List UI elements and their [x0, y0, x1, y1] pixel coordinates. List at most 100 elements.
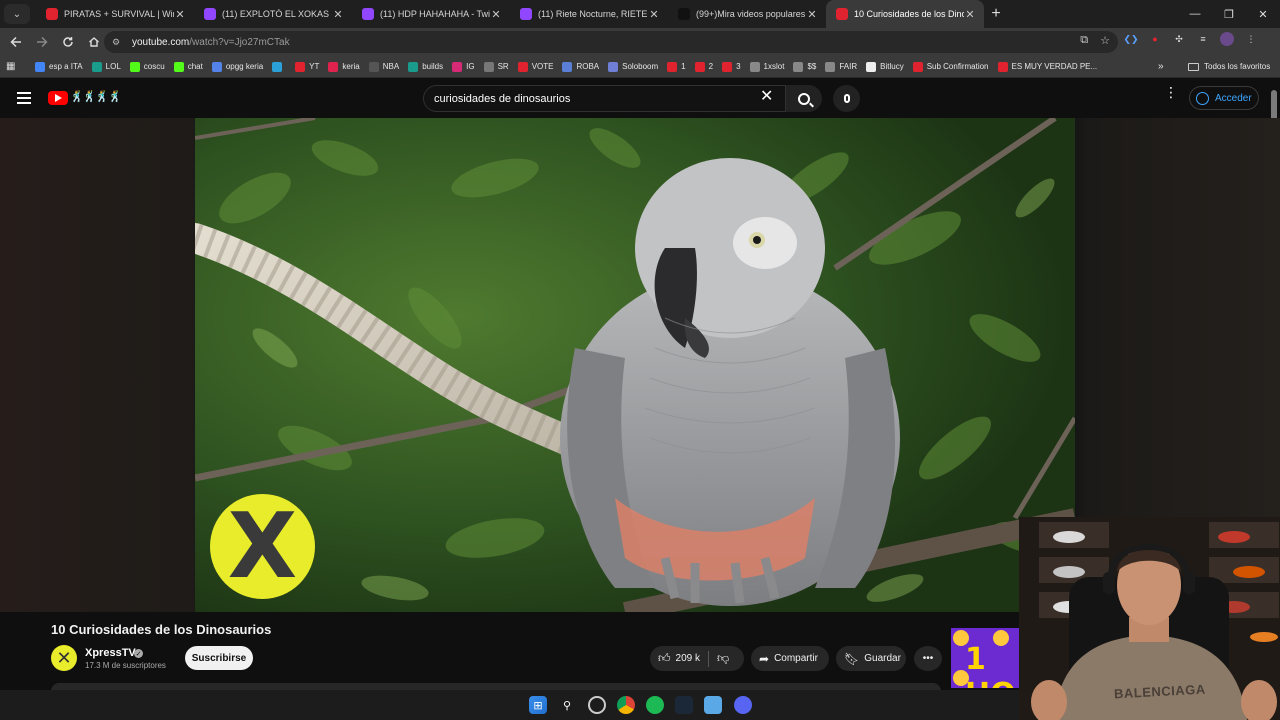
- bookmark-item[interactable]: LOL: [91, 61, 121, 72]
- bookmark-item[interactable]: 1: [667, 61, 686, 72]
- all-bookmarks-folder[interactable]: Todos los favoritos: [1188, 62, 1270, 71]
- tab-close-icon[interactable]: ✕: [490, 8, 502, 21]
- bookmarks-bar: ▦ esp a ITA LOL coscu chat opgg keria YT keria…: [0, 56, 1280, 78]
- discord-icon[interactable]: [734, 696, 752, 714]
- browser-tab[interactable]: (11) HDP HAHAHAHA - Twitch ✕: [352, 0, 510, 28]
- like-dislike-bar: 👍︎ 209 k 👎︎: [650, 646, 744, 671]
- minimize-icon[interactable]: —: [1178, 0, 1212, 28]
- voice-search-button[interactable]: [833, 85, 860, 112]
- bookmark-item[interactable]: 3: [722, 61, 741, 72]
- bookmark-star-icon[interactable]: ☆: [1100, 34, 1110, 47]
- address-bar[interactable]: ⚙ youtube.com/watch?v=Jjo27mCTak ⧉ ☆: [104, 31, 1118, 53]
- bookmark-label: opgg keria: [225, 62, 264, 71]
- clear-search-icon[interactable]: ✕: [760, 89, 773, 105]
- bookmark-item[interactable]: ROBA: [562, 61, 599, 72]
- bookmark-item[interactable]: YT: [295, 61, 319, 72]
- apps-grid-icon[interactable]: ▦: [6, 61, 28, 72]
- tab-title: (11) Riete Nocturne, RIETE ! xd: [538, 9, 648, 19]
- search-query: curiosidades de dinosaurios: [434, 92, 571, 105]
- hamburger-menu-icon[interactable]: [17, 92, 31, 104]
- browser-tab[interactable]: (11) Riete Nocturne, RIETE ! xd ✕: [510, 0, 668, 28]
- bookmark-item[interactable]: IG: [452, 61, 475, 72]
- home-icon[interactable]: [82, 30, 106, 54]
- bookmark-item[interactable]: esp a ITA: [35, 61, 83, 72]
- close-window-icon[interactable]: ✕: [1246, 0, 1280, 28]
- extension-icon[interactable]: ●: [1148, 32, 1162, 46]
- tab-close-icon[interactable]: ✕: [806, 8, 818, 21]
- steam-icon[interactable]: [675, 696, 693, 714]
- bookmark-label: $$: [807, 62, 817, 71]
- extension-icon[interactable]: ❮❯: [1123, 32, 1138, 46]
- forward-arrow-icon[interactable]: [30, 30, 54, 54]
- search-icon: [798, 92, 810, 105]
- video-title: 10 Curiosidades de los Dinosaurios: [51, 622, 272, 637]
- chrome-icon[interactable]: [617, 696, 635, 714]
- bookmark-favicon-icon: [173, 61, 184, 72]
- bookmark-item[interactable]: [272, 61, 286, 72]
- tab-close-icon[interactable]: ✕: [964, 8, 976, 21]
- settings-dots-icon[interactable]: ⋮: [1164, 85, 1178, 99]
- windows-start-icon[interactable]: ⊞: [529, 696, 547, 714]
- restore-icon[interactable]: ❐: [1212, 0, 1246, 28]
- back-arrow-icon[interactable]: [4, 30, 28, 54]
- reload-icon[interactable]: [56, 30, 80, 54]
- browser-tab-active[interactable]: 10 Curiosidades de los Dinosau ✕: [826, 0, 984, 28]
- search-input[interactable]: curiosidades de dinosaurios: [423, 85, 786, 112]
- tab-close-icon[interactable]: ✕: [332, 8, 344, 21]
- bookmark-item[interactable]: coscu: [129, 61, 165, 72]
- browser-tab[interactable]: (99+)Mira videos populares sob ✕: [668, 0, 826, 28]
- bookmark-item[interactable]: keria: [328, 61, 360, 72]
- spotify-icon[interactable]: [646, 696, 664, 714]
- bookmark-item[interactable]: SR: [483, 61, 509, 72]
- taskbar-search-icon[interactable]: ⚲: [558, 696, 576, 714]
- like-button[interactable]: 👍︎ 209 k: [650, 646, 708, 671]
- channel-name[interactable]: XpressTV: [85, 647, 136, 659]
- bookmark-item[interactable]: $$: [793, 61, 817, 72]
- browser-toolbar: ⚙ youtube.com/watch?v=Jjo27mCTak ⧉ ☆ ❮❯ …: [0, 28, 1280, 56]
- channel-avatar[interactable]: ✕: [51, 645, 77, 671]
- bookmark-item[interactable]: Bitlucy: [866, 61, 904, 72]
- save-button[interactable]: 🔖︎ Guardar: [836, 646, 906, 671]
- bookmark-item[interactable]: Soloboom: [608, 61, 659, 72]
- media-control-icon[interactable]: ≡: [1196, 32, 1210, 46]
- youtube-logo-icon[interactable]: [48, 91, 68, 105]
- bookmark-item[interactable]: builds: [408, 61, 443, 72]
- bookmark-item[interactable]: opgg keria: [211, 61, 264, 72]
- bookmark-item[interactable]: chat: [173, 61, 203, 72]
- bookmark-item[interactable]: FAIR: [825, 61, 857, 72]
- bookmark-item[interactable]: VOTE: [517, 61, 553, 72]
- notepad-icon[interactable]: [704, 696, 722, 714]
- site-info-icon[interactable]: ⚙: [112, 37, 126, 48]
- extensions-puzzle-icon[interactable]: ✣: [1172, 32, 1186, 46]
- browser-tab[interactable]: (11) EXPLOTÓ EL XOKAS - Twitc ✕: [194, 0, 352, 28]
- search-button[interactable]: [786, 85, 822, 112]
- tab-close-icon[interactable]: ✕: [648, 8, 660, 21]
- tab-close-icon[interactable]: ✕: [174, 8, 186, 21]
- channel-watermark-logo[interactable]: X: [210, 494, 315, 599]
- browser-menu-icon[interactable]: ⋮: [1244, 32, 1258, 46]
- dislike-button[interactable]: 👎︎: [709, 646, 737, 671]
- video-player[interactable]: [195, 118, 1075, 612]
- all-bookmarks-label: Todos los favoritos: [1204, 62, 1271, 71]
- share-button[interactable]: ➦ Compartir: [751, 646, 829, 671]
- tab-title: (99+)Mira videos populares sob: [696, 9, 806, 19]
- sign-in-button[interactable]: Acceder: [1189, 86, 1259, 110]
- bookmark-label: Soloboom: [622, 62, 659, 71]
- tab-search-button[interactable]: ⌄: [4, 4, 30, 24]
- more-actions-button[interactable]: •••: [914, 646, 942, 671]
- profile-avatar[interactable]: [1220, 32, 1234, 46]
- subscribe-button[interactable]: Suscribirse: [185, 646, 253, 670]
- bookmarks-overflow-icon[interactable]: »: [1158, 61, 1164, 72]
- app-icon[interactable]: [588, 696, 606, 714]
- new-tab-button[interactable]: +: [984, 5, 1008, 23]
- bookmark-item[interactable]: NBA: [368, 61, 399, 72]
- bookmark-item[interactable]: 1xslot: [749, 61, 784, 72]
- folder-icon: [1188, 62, 1199, 71]
- bookmark-favicon-icon: [694, 61, 705, 72]
- bookmark-item[interactable]: Sub Confirmation: [912, 61, 989, 72]
- browser-tab[interactable]: PIRATAS + SURVIVAL | WindRos ✕: [36, 0, 194, 28]
- install-app-icon[interactable]: ⧉: [1080, 34, 1088, 47]
- bookmark-item[interactable]: 2: [694, 61, 713, 72]
- youtube-doodle[interactable]: 🕺🕺🕺🕺: [70, 90, 122, 103]
- bookmark-item[interactable]: ES MUY VERDAD PE...: [997, 61, 1097, 72]
